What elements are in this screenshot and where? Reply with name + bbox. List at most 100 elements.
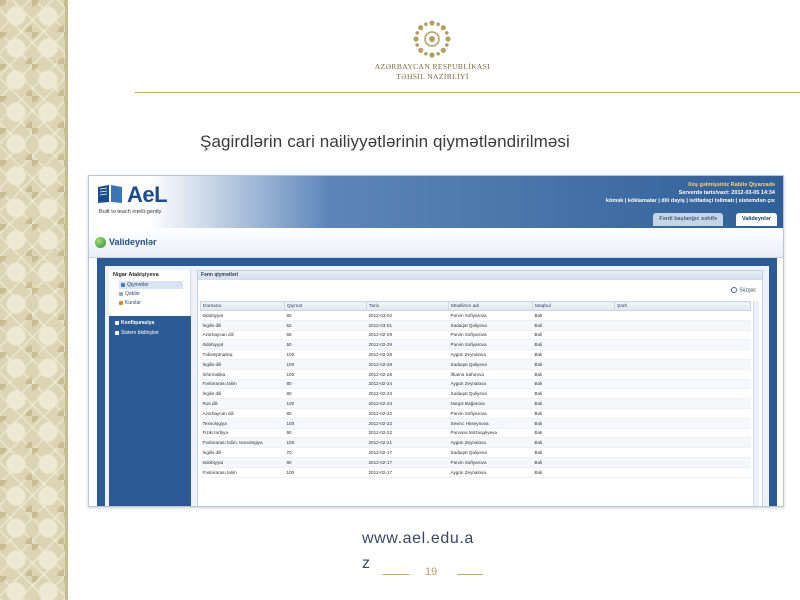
table-cell: 2012-03-02 (366, 310, 449, 321)
app-screenshot: AeL Built to teach intelli-gently Xoş gə… (88, 175, 784, 507)
ael-logo[interactable]: AeL Built to teach intelli-gently (97, 182, 192, 218)
table-cell: 2012-02-28 (366, 359, 449, 370)
table-cell: Bəli (532, 467, 615, 478)
table-cell: 2012-02-17 (366, 457, 449, 468)
nav-settings-section: Konfiqurasiya Sistem bildirişləri (109, 316, 191, 506)
column-header-accepted[interactable]: Məqbul (532, 301, 615, 311)
table-cell: 2012-02-17 (366, 467, 449, 478)
tab-parents[interactable]: Valideynlər (735, 213, 777, 226)
table-cell: 2012-02-23 (366, 398, 449, 409)
table-cell: Sədaqət Quliyeva (448, 447, 533, 458)
app-content: Nigar Atakişiyeva Qiymətlər Qəblər Kursl… (105, 266, 769, 506)
table-cell (614, 330, 751, 341)
website-url[interactable]: www.ael.edu.a (362, 530, 474, 548)
table-row[interactable]: Azərbaycan dili 80 2012-02-22 Pərvin Səfiya… (200, 408, 751, 419)
table-cell: 70 (284, 447, 367, 458)
grid-scrollbar[interactable] (753, 301, 759, 506)
grades-table: Dərsənə Qiymət Tarix Müəllimin adı Məqbu… (200, 301, 751, 478)
nav-item-attendance[interactable]: Qəblər (119, 290, 140, 298)
table-cell: İngilis dili (200, 359, 285, 370)
table-row[interactable]: Azərbaycan dili 55 2012-02-29 Pərvin Səfiya… (200, 330, 751, 341)
table-cell (614, 408, 751, 419)
column-header-subject[interactable]: Dərsənə (200, 301, 285, 311)
table-row[interactable]: İnformatika 100 2012-02-26 İlhamə Səfərova B… (200, 369, 751, 380)
table-cell: Aygün Zeynalova (448, 437, 533, 449)
table-cell (614, 388, 751, 400)
table-cell: Ədəbiyyat (200, 339, 285, 351)
table-cell: 2012-02-17 (366, 447, 449, 458)
table-cell: Bəli (532, 398, 615, 409)
table-row[interactable]: Ədəbiyyat 90 2012-03-02 Pərvin Səfiyarova Bə… (200, 310, 751, 321)
column-header-grade[interactable]: Qiymət (284, 301, 367, 311)
table-row[interactable]: Fənlərarası təlim 80 2012-02-24 Aygün Zeyna… (200, 379, 751, 390)
table-cell: 55 (284, 330, 367, 341)
table-cell: Aygün Zeynalova (448, 467, 533, 478)
table-cell (614, 359, 751, 370)
table-cell: 2012-02-22 (366, 428, 449, 439)
table-row[interactable]: Ədəbiyyat 80 2012-02-17 Pərvin Səfiyarova Bə… (200, 457, 751, 468)
table-row[interactable]: İngilis dili 70 2012-02-17 Sədaqət Quliyeva… (200, 447, 751, 458)
table-cell: 80 (284, 388, 367, 400)
table-cell: Azərbaycan dili (200, 408, 285, 419)
filter-button[interactable]: Süzgəc (731, 287, 756, 293)
table-cell (614, 398, 751, 409)
table-cell: Texnologiya (200, 418, 285, 429)
table-cell: Təbiətşünaslıq (200, 349, 285, 360)
table-row[interactable]: Rus dili 100 2012-02-23 Nərgiz Bağarova Bəli (200, 398, 751, 409)
table-cell: Bəli (532, 310, 615, 321)
table-cell: Rus dili (200, 398, 285, 409)
app-body: Nigar Atakişiyeva Qiymətlər Qəblər Kursl… (97, 258, 777, 506)
table-cell: Bəli (532, 388, 615, 400)
page-title: Valideynlər (109, 237, 157, 247)
table-cell: Aygün Zeynalova (448, 349, 533, 360)
nav-item-configuration[interactable]: Konfiqurasiya (115, 320, 154, 326)
table-cell: 100 (284, 437, 367, 449)
table-cell: Nərgiz Bağarova (448, 398, 533, 409)
table-cell (614, 418, 751, 429)
courses-icon (119, 300, 123, 305)
table-cell: Ədəbiyyat (200, 310, 285, 321)
table-cell: Pərvin Səfiyarova (448, 310, 533, 321)
table-cell (614, 369, 751, 380)
table-cell (614, 437, 751, 449)
table-cell: 2012-03-01 (366, 320, 449, 331)
server-datetime: Serverdə tarix/vaxt: 2012-03-05 14:34 (678, 190, 775, 196)
table-cell (614, 428, 751, 439)
nav-item-label: Qəblər (125, 291, 141, 297)
student-name[interactable]: Nigar Atakişiyeva (113, 272, 159, 278)
column-header-comment[interactable]: Şərh (614, 301, 751, 311)
table-row[interactable]: İngilis dili 52 2012-03-01 Sədaqət Quliyeva… (200, 320, 751, 331)
filter-label: Süzgəc (739, 287, 756, 294)
column-header-teacher[interactable]: Müəllimin adı (448, 301, 533, 311)
column-header-date[interactable]: Tarix (366, 301, 449, 311)
table-cell: Bəli (532, 418, 615, 429)
table-cell: 100 (284, 369, 367, 380)
table-cell: 80 (284, 408, 367, 419)
table-row[interactable]: Təbiətşünaslıq 100 2012-02-28 Aygün Zeynalo… (200, 349, 751, 360)
tab-personal-home[interactable]: Fərdi başlanğıc səhifə (653, 213, 723, 226)
decorative-ornament-band (0, 0, 65, 600)
table-cell: Ədəbiyyat (200, 457, 285, 468)
page-number: 19 (425, 566, 438, 578)
table-row[interactable]: Texnologiya 100 2012-02-22 Sevinc Hüseynova… (200, 418, 751, 429)
grades-table-body: Ədəbiyyat 90 2012-03-02 Pərvin Səfiyarova Bə… (200, 310, 751, 478)
nav-item-courses[interactable]: Kurslar (119, 299, 141, 307)
student-nav: Nigar Atakişiyeva Qiymətlər Qəblər Kursl… (109, 270, 191, 506)
top-links[interactable]: kömək | köklamalar | dili dəyiş | istifa… (606, 198, 775, 204)
header-divider (135, 92, 800, 93)
nav-item-system-notifications[interactable]: Sistem bildirişləri (115, 330, 159, 336)
parents-icon (95, 237, 106, 248)
table-row[interactable]: İngilis dili 100 2012-02-28 Sədaqət Quliyev… (200, 359, 751, 370)
table-cell: Bəli (532, 349, 615, 360)
table-cell: İnformatika (200, 369, 285, 380)
table-row[interactable]: Fənlərarası təlim, texnologiya 100 2012-02… (200, 437, 751, 449)
website-url-wrap[interactable]: z (362, 555, 370, 573)
table-cell: Pərvin Səfiyarova (448, 457, 533, 468)
table-row[interactable]: İngilis dili 80 2012-02-23 Sədaqət Quliyeva… (200, 388, 751, 400)
table-cell (614, 467, 751, 478)
nav-item-label: Sistem bildirişləri (121, 330, 159, 336)
table-row[interactable]: Ədəbiyyat 50 2012-02-29 Pərvin Səfiyarova Bə… (200, 339, 751, 351)
nav-item-grades[interactable]: Qiymətlər (119, 281, 183, 289)
table-row[interactable]: Fiziki tərbiyə 90 2012-02-22 Pərvanə Mirzəq… (200, 428, 751, 439)
table-row[interactable]: Fənlərarası təlim 100 2012-02-17 Aygün Zeyn… (200, 467, 751, 478)
